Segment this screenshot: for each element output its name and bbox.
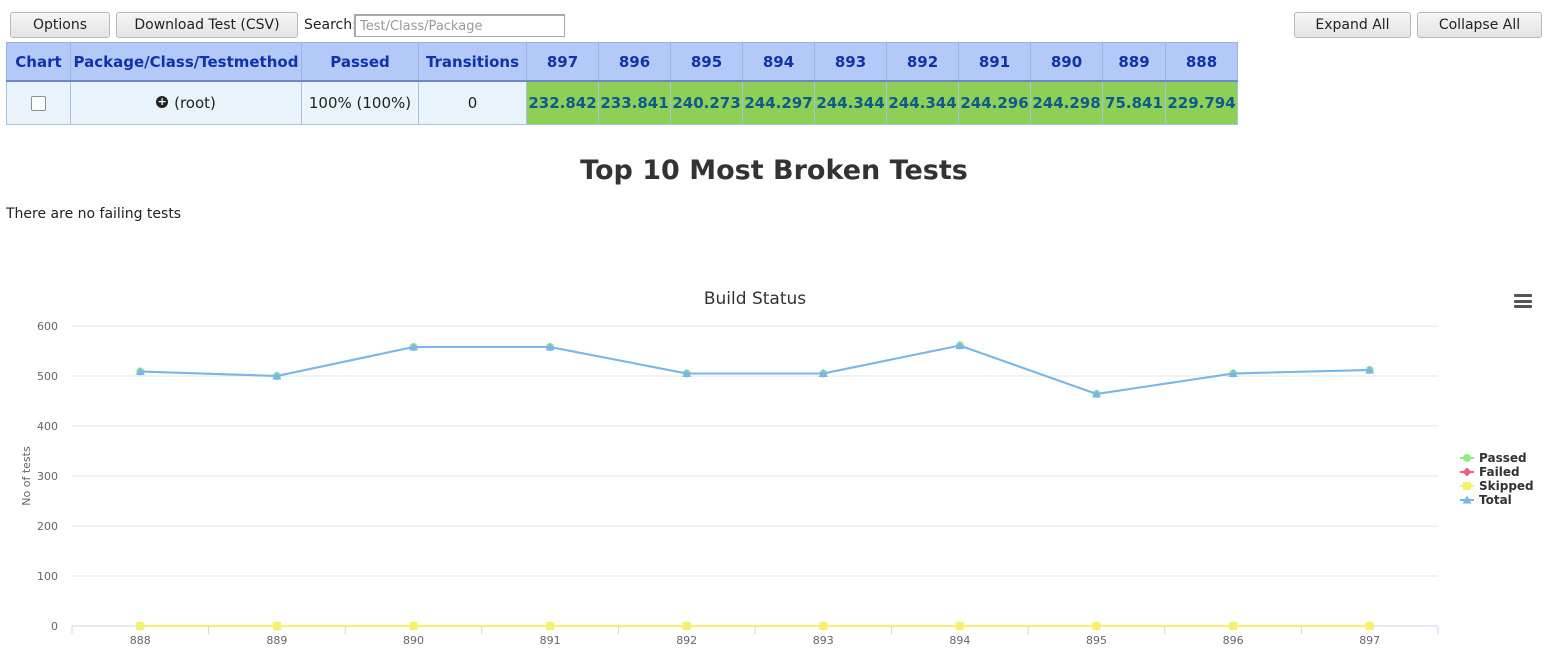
passed-cell: 100% (100%) (301, 80, 419, 125)
data-point-skipped (409, 622, 418, 630)
x-tick-label: 892 (676, 634, 697, 647)
chart-axes: 0 100 200 300 400 500 600 888 889 890 891 892 893 894… (37, 320, 1439, 647)
series-passed (136, 341, 1374, 398)
chart-legend: PassedFailedSkippedTotal (1460, 451, 1534, 507)
y-tick-label: 400 (37, 420, 58, 433)
x-tick-label: 894 (949, 634, 970, 647)
data-point-skipped (136, 622, 145, 630)
data-point-skipped (1092, 622, 1101, 630)
build-duration-cell: 244.297 (742, 80, 815, 125)
data-point-skipped (1229, 622, 1238, 630)
collapse-all-button[interactable]: Collapse All (1417, 12, 1542, 38)
legend-item-failed[interactable]: Failed (1460, 465, 1520, 479)
x-tick-label: 896 (1223, 634, 1244, 647)
y-tick-label: 100 (37, 570, 58, 583)
x-tick-label: 891 (540, 634, 561, 647)
transitions-cell: 0 (418, 80, 527, 125)
y-tick-label: 500 (37, 370, 58, 383)
col-header-build[interactable]: 890 (1030, 42, 1103, 82)
broken-tests-title: Top 10 Most Broken Tests (580, 155, 968, 186)
col-header-transitions[interactable]: Transitions (418, 42, 527, 82)
series-line-total (140, 344, 1370, 396)
y-tick-label: 600 (37, 320, 58, 333)
legend-label-total: Total (1479, 493, 1512, 507)
data-point-skipped (1365, 622, 1374, 630)
table-header-row: Chart Package/Class/Testmethod Passed Tr… (6, 42, 1238, 82)
y-axis-label: No of tests (20, 446, 33, 506)
col-header-build[interactable]: 897 (526, 42, 599, 82)
x-tick-label: 895 (1086, 634, 1107, 647)
build-duration-cell: 244.344 (814, 80, 887, 125)
col-header-build[interactable]: 891 (958, 42, 1031, 82)
search-label: Search: (304, 17, 357, 33)
col-header-build[interactable]: 893 (814, 42, 887, 82)
search-input[interactable] (354, 14, 565, 37)
build-duration-cell: 240.273 (670, 80, 743, 125)
series-line-passed (140, 344, 1370, 396)
expand-all-button[interactable]: Expand All (1294, 12, 1411, 38)
x-tick-label: 888 (130, 634, 151, 647)
x-tick-label: 897 (1359, 634, 1380, 647)
col-header-build[interactable]: 892 (886, 42, 959, 82)
legend-item-total[interactable]: Total (1460, 493, 1512, 507)
legend-marker-failed (1462, 467, 1472, 477)
legend-marker-skipped (1463, 482, 1471, 490)
chart-menu-icon[interactable] (1514, 294, 1532, 308)
chart-cell (6, 80, 71, 125)
data-point-skipped (546, 622, 555, 630)
expand-plus-icon[interactable]: + (156, 95, 169, 108)
build-duration-cell: 244.296 (958, 80, 1031, 125)
build-duration-cell: 232.842 (526, 80, 599, 125)
chart-series (135, 341, 1375, 631)
legend-item-skipped[interactable]: Skipped (1460, 479, 1534, 493)
col-header-package[interactable]: Package/Class/Testmethod (70, 42, 302, 82)
download-csv-button[interactable]: Download Test (CSV) (116, 12, 298, 38)
series-total (135, 341, 1375, 398)
col-header-build[interactable]: 894 (742, 42, 815, 82)
data-point-skipped (272, 622, 281, 630)
package-cell: + (root) (70, 80, 302, 125)
results-table: Chart Package/Class/Testmethod Passed Tr… (6, 42, 1238, 125)
build-duration-cell: 75.841 (1102, 80, 1166, 125)
chart-title: Build Status (704, 289, 806, 309)
x-tick-label: 889 (266, 634, 287, 647)
build-duration-cell: 244.298 (1030, 80, 1103, 125)
data-point-skipped (819, 622, 828, 630)
col-header-build[interactable]: 889 (1102, 42, 1166, 82)
data-point-skipped (955, 622, 964, 630)
build-status-chart: 0 100 200 300 400 500 600 888 889 890 891 892 893 894… (20, 289, 1534, 647)
y-tick-label: 200 (37, 520, 58, 533)
build-duration-cell: 244.344 (886, 80, 959, 125)
x-tick-label: 893 (813, 634, 834, 647)
table-row: + (root) 100% (100%) 0 232.842 233.841 24… (6, 80, 1238, 125)
package-name[interactable]: (root) (174, 94, 216, 112)
y-tick-label: 0 (51, 620, 58, 633)
chart-checkbox[interactable] (31, 96, 46, 111)
legend-label-failed: Failed (1479, 465, 1520, 479)
x-tick-label: 890 (403, 634, 424, 647)
legend-label-passed: Passed (1479, 451, 1527, 465)
data-point-skipped (682, 622, 691, 630)
build-duration-cell: 229.794 (1165, 80, 1238, 125)
legend-marker-passed (1463, 454, 1471, 462)
col-header-build[interactable]: 888 (1165, 42, 1238, 82)
legend-item-passed[interactable]: Passed (1460, 451, 1527, 465)
col-header-chart[interactable]: Chart (6, 42, 71, 82)
y-tick-label: 300 (37, 470, 58, 483)
build-duration-cell: 233.841 (598, 80, 671, 125)
legend-label-skipped: Skipped (1479, 479, 1534, 493)
options-button[interactable]: Options (10, 12, 110, 38)
col-header-build[interactable]: 896 (598, 42, 671, 82)
no-failing-message: There are no failing tests (6, 206, 182, 222)
col-header-build[interactable]: 895 (670, 42, 743, 82)
col-header-passed[interactable]: Passed (301, 42, 419, 82)
